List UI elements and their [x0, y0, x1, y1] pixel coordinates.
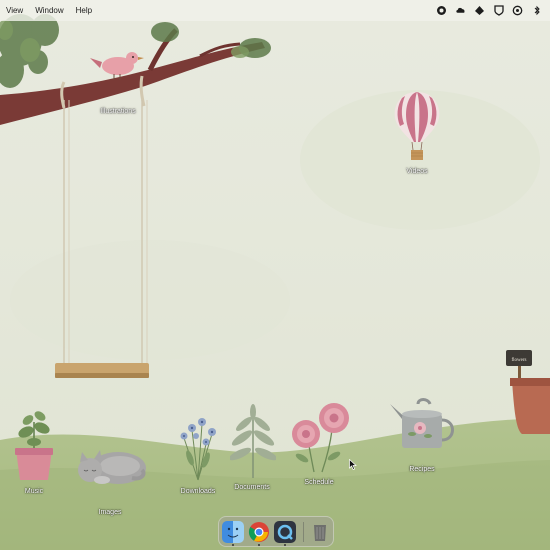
record-icon[interactable]	[436, 5, 447, 16]
finder-icon[interactable]	[222, 521, 244, 543]
videos-icon[interactable]	[392, 90, 442, 164]
bluetooth-icon[interactable]	[531, 5, 542, 16]
menu-bar: View Window Help	[0, 0, 550, 21]
documents-label[interactable]: Documents	[234, 484, 269, 491]
menu-help[interactable]: Help	[70, 0, 98, 21]
mouse-cursor-icon	[349, 459, 357, 470]
music-label[interactable]: Music	[25, 488, 43, 495]
images-icon[interactable]	[72, 444, 148, 486]
recipes-label[interactable]: Recipes	[409, 466, 434, 473]
dock-divider	[303, 522, 304, 542]
desktop: flowers View Window Help Illustrations V…	[0, 0, 550, 550]
chrome-icon[interactable]	[248, 521, 270, 543]
finder-running-dot	[232, 544, 234, 546]
quicktime-icon[interactable]	[274, 521, 296, 543]
schedule-label[interactable]: Schedule	[304, 479, 333, 486]
documents-icon[interactable]	[230, 404, 276, 480]
vpn-icon[interactable]	[474, 5, 485, 16]
trash-icon[interactable]	[309, 521, 331, 543]
sign-text: flowers	[512, 358, 527, 363]
quicktime-running-dot	[284, 544, 286, 546]
shield-icon[interactable]	[493, 5, 504, 16]
music-icon[interactable]	[12, 408, 56, 482]
downloads-icon[interactable]	[172, 410, 224, 482]
menu-window[interactable]: Window	[29, 0, 69, 21]
illustrations-label[interactable]: Illustrations	[100, 108, 135, 115]
schedule-icon[interactable]	[288, 400, 352, 474]
recipes-icon[interactable]	[388, 396, 458, 452]
cloud-icon[interactable]	[455, 5, 466, 16]
downloads-label[interactable]: Downloads	[181, 488, 216, 495]
sync-icon[interactable]	[512, 5, 523, 16]
images-label[interactable]: Images	[99, 509, 122, 516]
videos-label[interactable]: Videos	[406, 168, 427, 175]
dock	[218, 516, 334, 547]
menu-view[interactable]: View	[0, 0, 29, 21]
status-area	[436, 0, 542, 21]
chrome-running-dot	[258, 544, 260, 546]
